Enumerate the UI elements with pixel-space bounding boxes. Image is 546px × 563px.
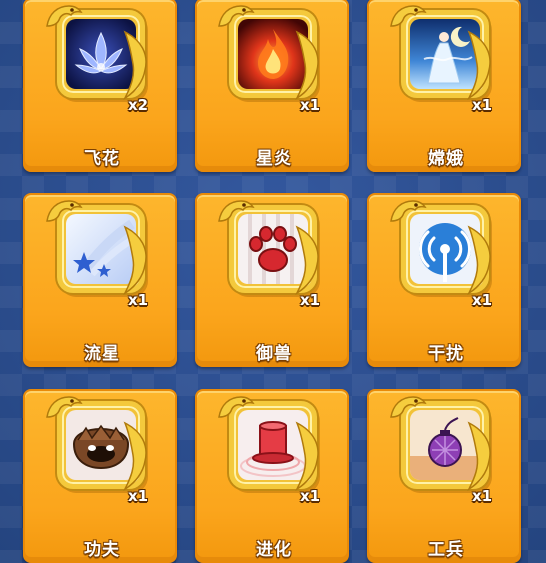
item-name: 功夫 [84, 540, 120, 560]
item-card-xingyan[interactable]: x1 星炎 [195, 0, 349, 172]
item-name: 星炎 [256, 149, 292, 169]
item-name: 进化 [256, 540, 292, 560]
item-card-jinhua[interactable]: x1 进化 [195, 389, 349, 563]
item-count: x1 [128, 487, 149, 505]
item-card-gongbing[interactable]: x1 工兵 [367, 389, 521, 563]
dragon-tail-icon [295, 225, 319, 295]
item-count: x1 [472, 291, 493, 309]
item-name: 流星 [84, 344, 120, 364]
item-count: x2 [128, 96, 149, 114]
dragon-tail-icon [123, 225, 147, 295]
dragon-crest-icon [46, 5, 83, 27]
item-card-yushou[interactable]: x1 御兽 [195, 193, 349, 367]
dragon-tail-icon [123, 421, 147, 491]
dragon-crest-icon [218, 396, 255, 418]
dragon-crest-icon [218, 5, 255, 27]
dragon-crest-icon [390, 200, 427, 222]
item-card-feihua[interactable]: x2 飞花 [23, 0, 177, 172]
item-count: x1 [128, 291, 149, 309]
dragon-crest-icon [46, 200, 83, 222]
item-grid: x2 飞花 x1 星炎 x1 嫦娥 x1 流星 x1 御兽 x1 干扰 x1 功… [0, 0, 546, 563]
dragon-crest-icon [390, 5, 427, 27]
item-count: x1 [300, 291, 321, 309]
item-count: x1 [300, 487, 321, 505]
item-name: 干扰 [428, 344, 464, 364]
item-name: 御兽 [256, 344, 292, 364]
dragon-tail-icon [467, 225, 491, 295]
item-count: x1 [472, 487, 493, 505]
dragon-crest-icon [218, 200, 255, 222]
dragon-crest-icon [390, 396, 427, 418]
dragon-tail-icon [467, 30, 491, 100]
dragon-tail-icon [467, 421, 491, 491]
item-card-gongfu[interactable]: x1 功夫 [23, 389, 177, 563]
item-count: x1 [472, 96, 493, 114]
item-name: 工兵 [428, 540, 464, 560]
dragon-tail-icon [295, 30, 319, 100]
item-name: 飞花 [84, 149, 120, 169]
item-card-ganrao[interactable]: x1 干扰 [367, 193, 521, 367]
dragon-crest-icon [46, 396, 83, 418]
item-card-liuxing[interactable]: x1 流星 [23, 193, 177, 367]
dragon-tail-icon [295, 421, 319, 491]
dragon-tail-icon [123, 30, 147, 100]
item-count: x1 [300, 96, 321, 114]
item-card-change[interactable]: x1 嫦娥 [367, 0, 521, 172]
item-name: 嫦娥 [428, 149, 464, 169]
